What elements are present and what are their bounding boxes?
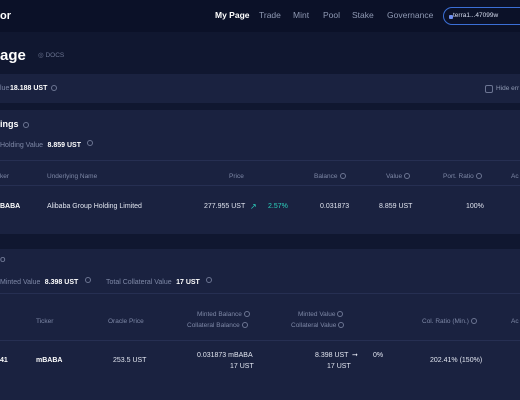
help-icon[interactable] bbox=[243, 311, 250, 318]
holding-value-label: Holding Value bbox=[0, 142, 44, 149]
col-port-ratio-label: Port. Ratio bbox=[443, 173, 474, 180]
position-minted-balance: 0.031873 mBABA bbox=[197, 352, 253, 359]
total-value: 18.188 UST bbox=[10, 85, 58, 92]
total-value-amount: 18.188 UST bbox=[10, 85, 48, 92]
total-collateral-value: 17 UST bbox=[176, 279, 200, 286]
holding-change: 2.57% bbox=[268, 203, 288, 210]
col-minted-balance-label: Minted Balance bbox=[197, 311, 242, 318]
col-minted-balance: Minted Balance bbox=[197, 311, 250, 318]
total-value-label: lue bbox=[0, 85, 10, 92]
arrow-right-icon: ➞ bbox=[352, 352, 358, 359]
holdings-panel bbox=[0, 110, 520, 234]
docs-link[interactable]: ◎ DOCS bbox=[38, 51, 64, 59]
holding-ticker: BABA bbox=[0, 203, 21, 210]
position-collateral-value: 17 UST bbox=[327, 363, 351, 370]
help-icon[interactable] bbox=[470, 318, 477, 325]
position-ticker: mBABA bbox=[36, 357, 63, 364]
holding-balance: 0.031873 bbox=[320, 203, 350, 210]
col-value-label: Value bbox=[386, 173, 403, 180]
holding-value-summary: Holding Value 8.859 UST bbox=[0, 134, 94, 152]
wallet-address: terra1...47099w bbox=[453, 12, 499, 19]
help-icon[interactable] bbox=[338, 322, 345, 329]
divider bbox=[0, 185, 520, 186]
docs-label: DOCS bbox=[45, 52, 65, 59]
col-collateral-value: Collateral Value bbox=[291, 322, 345, 329]
help-icon[interactable] bbox=[23, 121, 30, 128]
col-price: Price bbox=[229, 173, 244, 180]
col-balance: Balance bbox=[314, 173, 346, 180]
help-icon[interactable] bbox=[87, 139, 94, 146]
holding-name: Alibaba Group Holding Limited bbox=[47, 203, 142, 210]
help-icon[interactable] bbox=[404, 173, 411, 180]
holding-ratio: 100% bbox=[466, 203, 484, 210]
total-value-bar bbox=[0, 74, 520, 103]
total-collateral-label: Total Collateral Value bbox=[106, 279, 172, 286]
col-minted-value: Minted Value bbox=[298, 311, 344, 318]
holdings-title: ings bbox=[0, 119, 30, 129]
divider bbox=[0, 293, 520, 294]
col-actions: Ac bbox=[511, 173, 519, 180]
col-value: Value bbox=[386, 173, 411, 180]
trend-up-icon: ↗ bbox=[250, 202, 257, 211]
position-collateral-balance: 17 UST bbox=[230, 363, 254, 370]
nav-trade[interactable]: Trade bbox=[259, 10, 281, 20]
col-collateral-value-label: Collateral Value bbox=[291, 322, 337, 329]
hide-label: Hide err bbox=[496, 85, 520, 92]
col-port-ratio: Port. Ratio bbox=[443, 173, 482, 180]
mint-summary: Minted Value 8.398 UST bbox=[0, 271, 91, 289]
holding-value-cell: 8.859 UST bbox=[379, 203, 413, 210]
help-icon[interactable] bbox=[84, 276, 91, 283]
hide-checkbox[interactable] bbox=[485, 85, 493, 93]
col-oracle-price: Oracle Price bbox=[108, 318, 144, 325]
position-id: 41 bbox=[0, 357, 8, 364]
mint-title-fragment: O bbox=[0, 257, 6, 264]
help-icon[interactable] bbox=[475, 173, 482, 180]
col-balance-label: Balance bbox=[314, 173, 338, 180]
nav-mint[interactable]: Mint bbox=[293, 10, 309, 20]
nav-my-page[interactable]: My Page bbox=[215, 10, 250, 20]
col-collateral-balance-label: Collateral Balance bbox=[187, 322, 240, 329]
nav-stake[interactable]: Stake bbox=[352, 10, 374, 20]
minted-value: 8.398 UST bbox=[44, 279, 79, 286]
holdings-title-text: ings bbox=[0, 119, 19, 129]
collateral-summary: Total Collateral Value 17 UST bbox=[106, 271, 213, 289]
col-ticker: ker bbox=[0, 173, 10, 180]
minted-value-label: Minted Value bbox=[0, 279, 41, 286]
col-col-ratio-label: Col. Ratio (Min.) bbox=[422, 318, 469, 325]
nav-pool[interactable]: Pool bbox=[323, 10, 340, 20]
help-icon[interactable] bbox=[241, 322, 248, 329]
col-col-ratio: Col. Ratio (Min.) bbox=[422, 318, 477, 325]
nav-governance[interactable]: Governance bbox=[387, 10, 433, 20]
divider bbox=[0, 160, 520, 161]
page-title: age bbox=[0, 47, 26, 64]
col-underlying-name: Underlying Name bbox=[47, 173, 98, 180]
position-col-ratio: 202.41% (150%) bbox=[430, 357, 483, 364]
col-collateral-balance: Collateral Balance bbox=[187, 322, 248, 329]
position-minted-value: 8.398 UST bbox=[315, 352, 349, 359]
wallet-button[interactable]: terra1...47099w bbox=[443, 7, 520, 25]
col-ticker: Ticker bbox=[36, 318, 54, 325]
wallet-icon bbox=[449, 15, 453, 19]
brand-logo[interactable]: or bbox=[0, 10, 11, 22]
help-icon[interactable] bbox=[339, 173, 346, 180]
holding-price: 277.955 UST bbox=[204, 203, 246, 210]
help-icon[interactable] bbox=[337, 311, 344, 318]
position-change: 0% bbox=[373, 352, 384, 359]
position-oracle-price: 253.5 UST bbox=[113, 357, 147, 364]
holding-value: 8.859 UST bbox=[47, 142, 81, 149]
col-actions: Ac bbox=[511, 318, 519, 325]
divider bbox=[0, 340, 520, 341]
help-icon[interactable] bbox=[51, 85, 58, 92]
col-minted-value-label: Minted Value bbox=[298, 311, 336, 318]
help-icon[interactable] bbox=[206, 276, 213, 283]
